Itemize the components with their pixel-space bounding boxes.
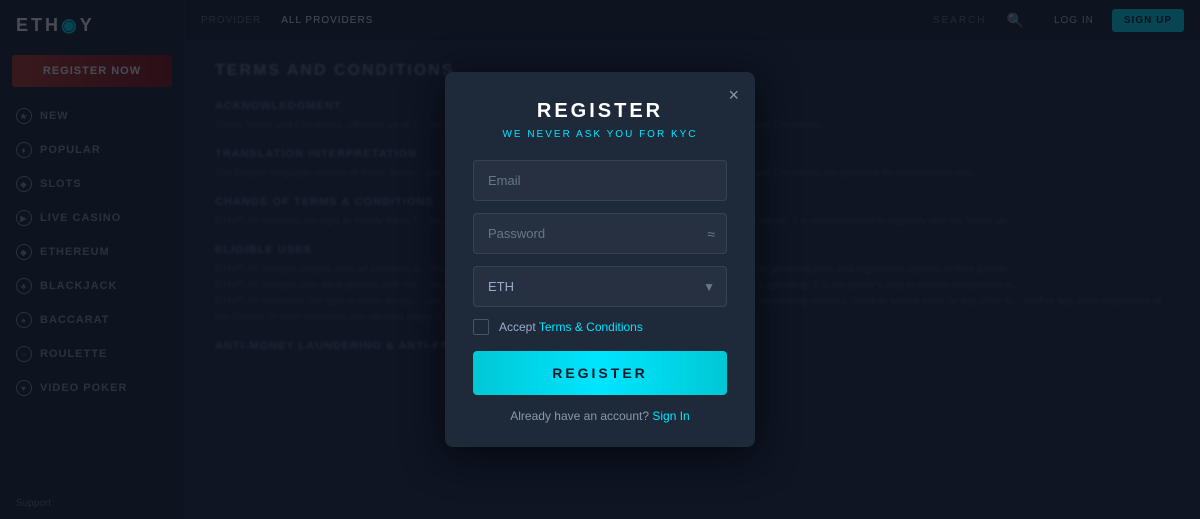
terms-label: Accept Terms & Conditions <box>499 320 643 334</box>
modal-title: REGISTER <box>473 100 727 123</box>
signin-link[interactable]: Sign In <box>652 409 689 423</box>
password-group: ≈ <box>473 213 727 254</box>
email-group <box>473 160 727 201</box>
close-icon[interactable]: × <box>728 86 739 104</box>
modal-subtitle: WE NEVER ASK YOU FOR KYC <box>473 129 727 140</box>
already-account-text: Already have an account? <box>510 409 649 423</box>
register-button[interactable]: REGISTER <box>473 351 727 395</box>
currency-group: ETH BTC USDT ▼ <box>473 266 727 307</box>
password-input-wrapper: ≈ <box>473 213 727 254</box>
currency-select-wrapper: ETH BTC USDT ▼ <box>473 266 727 307</box>
register-modal: × REGISTER WE NEVER ASK YOU FOR KYC ≈ ET… <box>445 72 755 447</box>
currency-select[interactable]: ETH BTC USDT <box>473 266 727 307</box>
signin-row: Already have an account? Sign In <box>473 409 727 423</box>
email-field[interactable] <box>473 160 727 201</box>
accept-text: Accept <box>499 320 539 334</box>
terms-checkbox[interactable] <box>473 319 489 335</box>
modal-overlay: × REGISTER WE NEVER ASK YOU FOR KYC ≈ ET… <box>0 0 1200 519</box>
eye-icon[interactable]: ≈ <box>707 226 715 242</box>
terms-conditions-link[interactable]: Terms & Conditions <box>539 320 643 334</box>
password-field[interactable] <box>473 213 727 254</box>
terms-row: Accept Terms & Conditions <box>473 319 727 335</box>
